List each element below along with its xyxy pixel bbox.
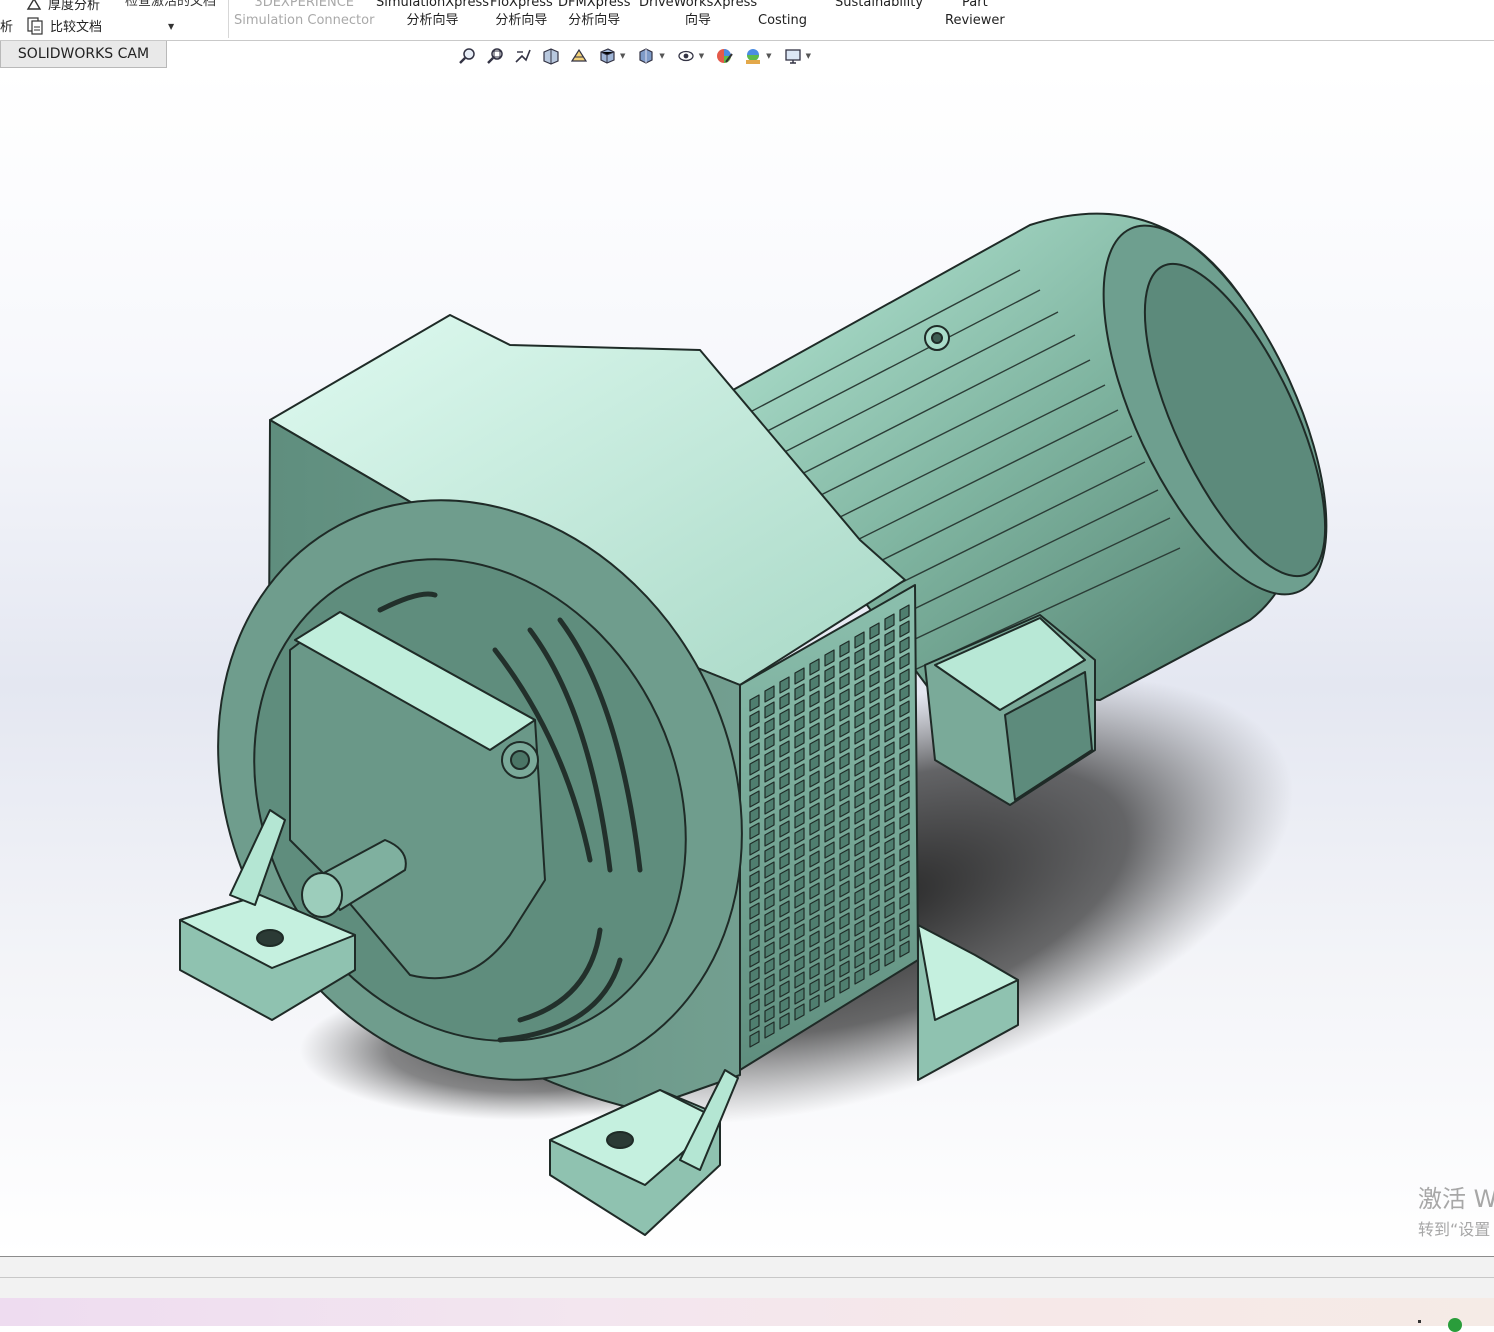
zoom-to-area-icon[interactable] bbox=[484, 45, 506, 67]
left-foot-bolt-hole bbox=[256, 929, 284, 947]
apply-scene-caret-icon[interactable]: ▼ bbox=[766, 52, 771, 60]
command-manager-ribbon: 检查激活的文档 厚度分析 析 比较文档 ▼ 3DEXPERIENCE Simul… bbox=[0, 0, 1494, 41]
part-reviewer-line2: Reviewer bbox=[945, 13, 1005, 28]
driveworksxpress-line1: DriveWorksXpress bbox=[639, 0, 758, 10]
section-view-icon[interactable] bbox=[540, 45, 562, 67]
view-settings-icon[interactable] bbox=[782, 45, 804, 67]
display-style-icon[interactable] bbox=[635, 45, 657, 67]
previous-view-icon[interactable] bbox=[512, 45, 534, 67]
watermark-line2: 转到“设置 bbox=[1418, 1220, 1491, 1239]
thickness-analysis-label: 厚度分析 bbox=[48, 0, 101, 13]
simulationxpress-line1: SimulationXpress bbox=[376, 0, 490, 10]
simulationxpress-button[interactable]: SimulationXpress 分析向导 bbox=[376, 0, 489, 30]
zoom-to-fit-icon[interactable] bbox=[456, 45, 478, 67]
compare-documents-icon bbox=[26, 16, 44, 39]
ribbon-truncated-label[interactable]: 检查激活的文档 bbox=[125, 0, 216, 9]
graphics-area[interactable]: 激活 W 转到“设置 bbox=[0, 69, 1494, 1256]
windows-taskbar bbox=[0, 1298, 1494, 1326]
sustainability-button[interactable]: Sustainability bbox=[835, 0, 923, 12]
watermark-line1: 激活 W bbox=[1418, 1185, 1494, 1213]
thickness-analysis-button[interactable]: 厚度分析 bbox=[26, 0, 100, 15]
simulationxpress-line2: 分析向导 bbox=[406, 13, 459, 28]
tray-indicator bbox=[1418, 1320, 1421, 1323]
dfmxpress-line2: 分析向导 bbox=[568, 13, 621, 28]
tray-status-icon[interactable] bbox=[1448, 1318, 1462, 1332]
floxpress-line2: 分析向导 bbox=[495, 13, 548, 28]
part-reviewer-line1: Part bbox=[962, 0, 988, 10]
floxpress-line1: FloXpress bbox=[490, 0, 553, 10]
front-foot-bolt-hole bbox=[606, 1131, 634, 1149]
status-bar bbox=[0, 1256, 1494, 1299]
edit-appearance-icon[interactable] bbox=[714, 45, 736, 67]
view-orientation-caret-icon[interactable]: ▼ bbox=[620, 52, 625, 60]
driveworksxpress-button[interactable]: DriveWorksXpress 向导 bbox=[639, 0, 757, 30]
gear-motor-model[interactable] bbox=[0, 69, 1494, 1256]
dfmxpress-line1: DFMXpress bbox=[558, 0, 631, 10]
costing-button[interactable]: Costing bbox=[758, 0, 807, 30]
ribbon-separator bbox=[228, 0, 229, 38]
dfmxpress-button[interactable]: DFMXpress 分析向导 bbox=[558, 0, 630, 30]
compare-documents-button[interactable]: 比较文档 bbox=[26, 16, 102, 39]
sustainability-label: Sustainability bbox=[835, 0, 924, 10]
dynamic-annotation-views-icon[interactable] bbox=[568, 45, 590, 67]
simulation-connector-button[interactable]: 3DEXPERIENCE Simulation Connector bbox=[234, 0, 374, 30]
view-settings-caret-icon[interactable]: ▼ bbox=[806, 52, 811, 60]
simulation-connector-line1: 3DEXPERIENCE bbox=[254, 0, 354, 10]
output-shaft-end bbox=[301, 872, 343, 918]
status-bar-divider bbox=[0, 1277, 1494, 1278]
floxpress-button[interactable]: FloXpress 分析向导 bbox=[490, 0, 553, 30]
part-reviewer-button[interactable]: Part Reviewer bbox=[945, 0, 1005, 30]
costing-label: Costing bbox=[758, 13, 808, 28]
ribbon-cut-label: 析 bbox=[0, 20, 14, 35]
heads-up-view-toolbar: ▼ ▼ ▼ ▼ ▼ bbox=[456, 44, 815, 68]
windows-activation-watermark: 激活 W 转到“设置 bbox=[1418, 1179, 1494, 1240]
plug-boss-hole bbox=[510, 750, 530, 770]
apply-scene-icon[interactable] bbox=[742, 45, 764, 67]
lifting-eye-hole bbox=[931, 332, 943, 344]
simulation-connector-line2: Simulation Connector bbox=[234, 13, 375, 28]
hide-show-caret-icon[interactable]: ▼ bbox=[699, 52, 704, 60]
compare-documents-label: 比较文档 bbox=[50, 20, 103, 35]
driveworksxpress-line2: 向导 bbox=[685, 13, 712, 28]
costing-line1 bbox=[758, 0, 807, 12]
tab-solidworks-cam[interactable]: SOLIDWORKS CAM bbox=[0, 41, 167, 68]
hide-show-items-icon[interactable] bbox=[675, 45, 697, 67]
compare-dropdown-caret-icon[interactable]: ▼ bbox=[168, 22, 174, 31]
display-style-caret-icon[interactable]: ▼ bbox=[659, 52, 664, 60]
thickness-analysis-icon bbox=[26, 0, 42, 15]
view-orientation-icon[interactable] bbox=[596, 45, 618, 67]
